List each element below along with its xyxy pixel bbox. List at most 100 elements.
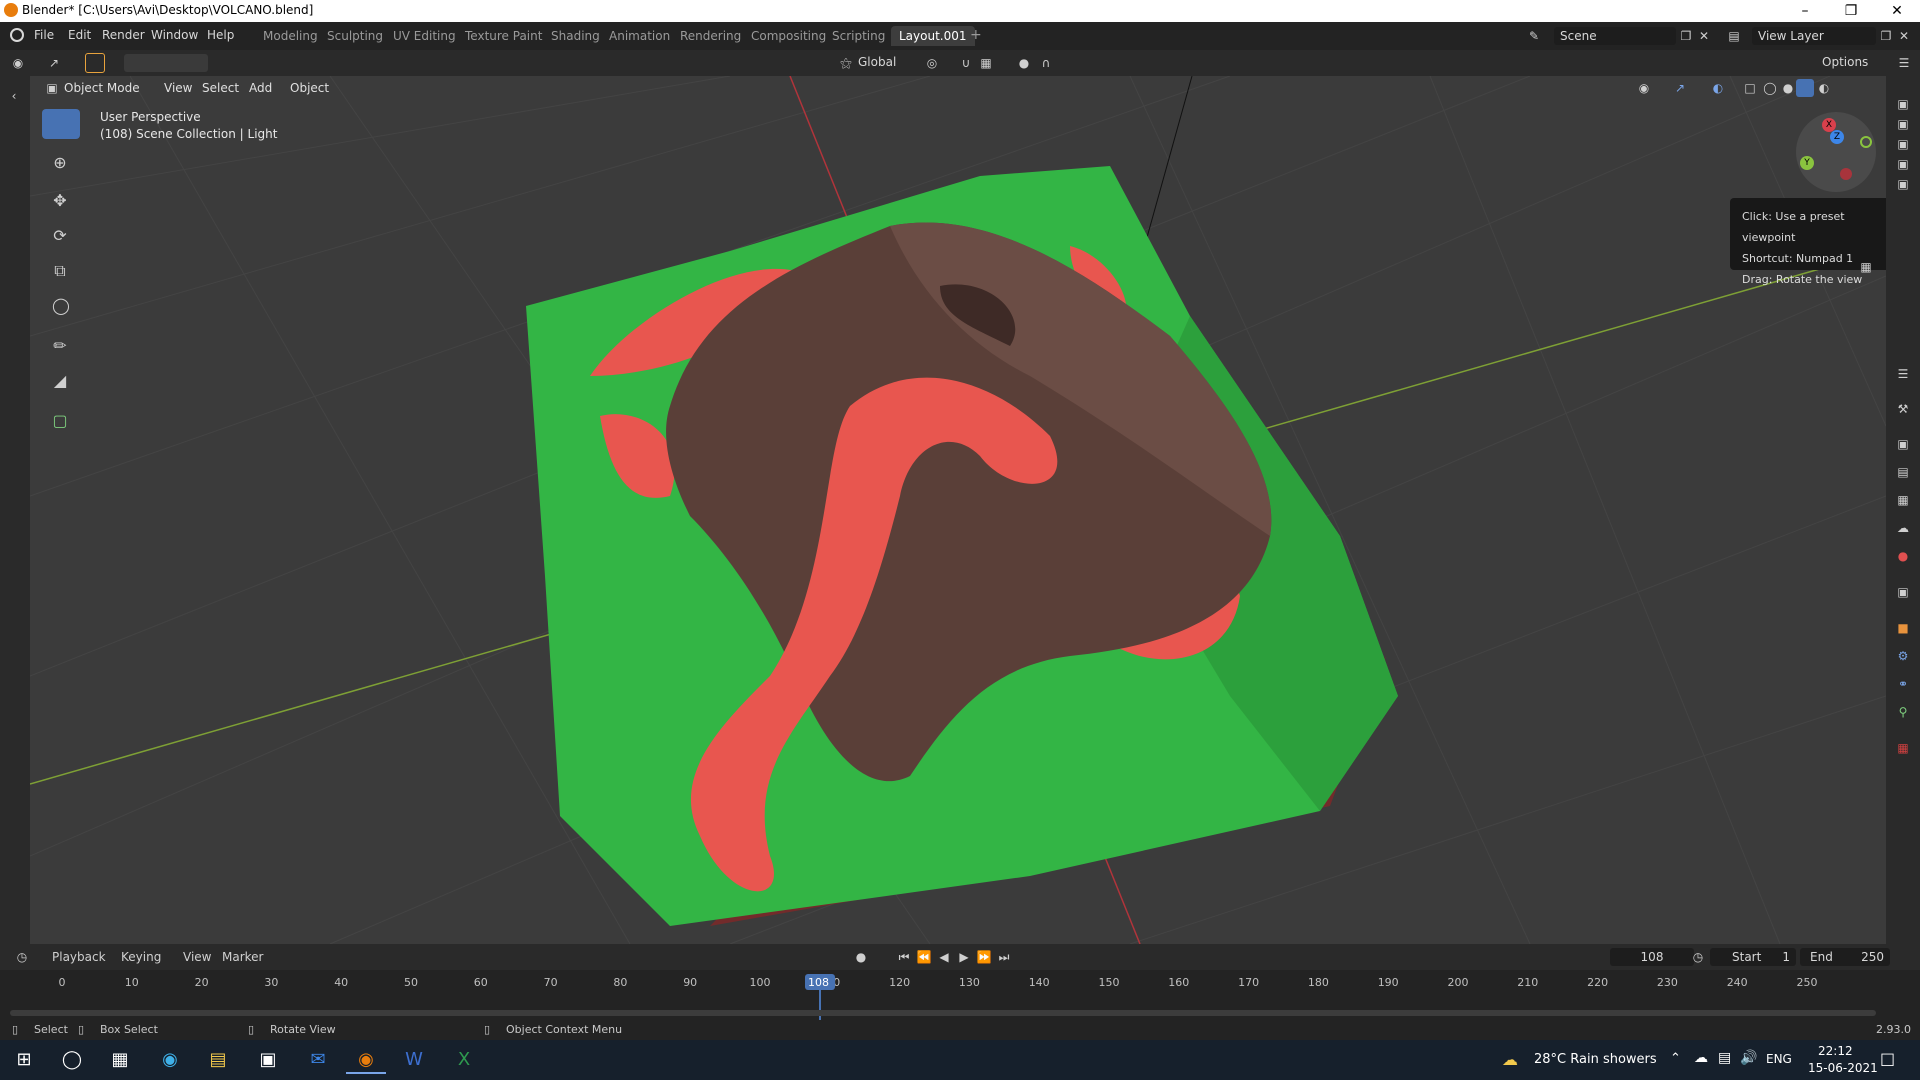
preview-range-icon[interactable]: ◷ <box>1690 949 1706 965</box>
add-cube-tool-icon[interactable]: ▢ <box>52 413 68 429</box>
measure-tool-icon[interactable]: ◢ <box>52 373 68 389</box>
pivot-point-icon[interactable]: ◎ <box>924 55 940 71</box>
tab-uv-editing[interactable]: UV Editing <box>385 26 464 46</box>
scene-icon[interactable]: ✎ <box>1526 28 1542 44</box>
close-button[interactable]: ✕ <box>1874 0 1920 22</box>
gizmo-neg-x-axis[interactable] <box>1840 168 1852 180</box>
tab-compositing[interactable]: Compositing <box>743 26 834 46</box>
properties-editor-icon[interactable]: ☰ <box>1895 366 1911 382</box>
new-view-layer-icon[interactable]: ❐ <box>1878 28 1894 44</box>
add-workspace-button[interactable]: + <box>962 24 990 44</box>
tab-rendering[interactable]: Rendering <box>672 26 749 46</box>
collection-visibility-icon[interactable]: ▣ <box>1895 136 1911 152</box>
marker-menu[interactable]: Marker <box>222 950 263 964</box>
playback-menu[interactable]: Playback <box>52 950 106 964</box>
menu-add[interactable]: Add <box>249 81 272 95</box>
render-properties-icon[interactable]: ▣ <box>1895 436 1911 452</box>
menu-render[interactable]: Render <box>102 28 145 42</box>
modifier-properties-icon[interactable]: ⚙ <box>1895 648 1911 664</box>
tab-sculpting[interactable]: Sculpting <box>319 26 391 46</box>
transform-tool-icon[interactable]: ◯ <box>52 298 70 314</box>
clock-date[interactable]: 15-06-2021 <box>1808 1061 1878 1075</box>
wireframe-shading-icon[interactable]: ◯ <box>1762 80 1778 96</box>
view-layer-properties-icon[interactable]: ▦ <box>1895 492 1911 508</box>
input-language[interactable]: ENG <box>1766 1052 1792 1066</box>
view-layer-icon[interactable]: ▤ <box>1726 28 1742 44</box>
jump-keyframe-back-icon[interactable]: ⏪ <box>916 949 932 965</box>
new-scene-icon[interactable]: ❐ <box>1678 28 1694 44</box>
sidebar-toggle-icon[interactable]: ☰ <box>1896 55 1912 71</box>
annotate-tool-icon[interactable]: ✏ <box>52 338 68 354</box>
play-icon[interactable]: ▶ <box>956 949 972 965</box>
clock-time[interactable]: 22:12 <box>1818 1044 1853 1058</box>
overlay-toggle-icon[interactable]: ◐ <box>1710 80 1726 96</box>
physics-properties-icon[interactable]: ⚭ <box>1895 676 1911 692</box>
jump-end-icon[interactable]: ⏭ <box>996 949 1012 965</box>
object-properties-icon[interactable]: ■ <box>1895 620 1911 636</box>
xray-toggle-icon[interactable]: □ <box>1742 80 1758 96</box>
network-icon[interactable]: ▤ <box>1718 1050 1731 1066</box>
world-properties-icon[interactable]: ● <box>1895 548 1911 564</box>
gizmo-toggle-icon[interactable]: ↗ <box>1672 80 1688 96</box>
menu-view[interactable]: View <box>164 81 192 95</box>
cursor-tool-icon[interactable]: ⊕ <box>52 155 68 171</box>
timeline-editor-type-icon[interactable]: ◷ <box>14 949 30 965</box>
menu-object[interactable]: Object <box>290 81 329 95</box>
gizmo-neg-y-axis[interactable] <box>1860 136 1872 148</box>
onedrive-icon[interactable]: ☁ <box>1694 1050 1708 1066</box>
gizmo-z-axis[interactable]: Z <box>1830 130 1844 144</box>
timeline-ruler[interactable]: 0102030405060708090100110120130140150160… <box>0 970 1920 1020</box>
task-view-icon[interactable]: ▦ <box>100 1046 140 1074</box>
menu-window[interactable]: Window <box>151 28 198 42</box>
timeline-scrollbar[interactable] <box>10 1010 1876 1016</box>
rendered-shading-icon[interactable]: ◐ <box>1816 80 1832 96</box>
minimize-button[interactable]: – <box>1782 0 1828 22</box>
scene-name-field[interactable]: Scene <box>1554 27 1676 45</box>
tool-properties-icon[interactable]: ⚒ <box>1895 401 1911 417</box>
edge-browser-icon[interactable]: ◉ <box>150 1046 190 1074</box>
store-icon[interactable]: ▣ <box>248 1046 288 1074</box>
gizmo-y-axis[interactable]: Y <box>1800 156 1814 170</box>
mail-icon[interactable]: ✉ <box>298 1046 338 1074</box>
collapse-arrow-icon[interactable]: ‹ <box>6 88 22 104</box>
editor-type-icon[interactable]: ◉ <box>10 55 26 71</box>
mode-set-icon[interactable] <box>124 54 208 72</box>
select-box-tool-icon[interactable] <box>85 53 105 73</box>
collection-properties-icon[interactable]: ▣ <box>1895 584 1911 600</box>
menu-select[interactable]: Select <box>202 81 239 95</box>
tab-scripting[interactable]: Scripting <box>824 26 893 46</box>
falloff-icon[interactable]: ∩ <box>1038 55 1054 71</box>
volume-icon[interactable]: 🔊 <box>1740 1050 1757 1066</box>
view-layer-field[interactable]: View Layer <box>1752 27 1876 45</box>
maximize-button[interactable]: ❐ <box>1828 0 1874 22</box>
material-shading-icon[interactable] <box>1796 79 1814 97</box>
weather-text[interactable]: 28°C Rain showers <box>1534 1052 1657 1067</box>
navigation-gizmo[interactable]: X Z Y <box>1796 112 1876 192</box>
collection-visibility-icon[interactable]: ▣ <box>1895 96 1911 112</box>
menu-edit[interactable]: Edit <box>68 28 91 42</box>
start-frame-field[interactable]: Start 1 <box>1710 948 1796 966</box>
snap-target-icon[interactable]: ▦ <box>978 55 994 71</box>
keying-menu[interactable]: Keying <box>121 950 161 964</box>
end-frame-field[interactable]: End 250 <box>1800 948 1890 966</box>
snap-icon[interactable]: ∪ <box>958 55 974 71</box>
menu-help[interactable]: Help <box>207 28 234 42</box>
output-properties-icon[interactable]: ▤ <box>1895 464 1911 480</box>
tool-tweak-icon[interactable]: ↗ <box>46 55 62 71</box>
visibility-icon[interactable]: ◉ <box>1636 80 1652 96</box>
tab-texture-paint[interactable]: Texture Paint <box>457 26 550 46</box>
collection-visibility-icon[interactable]: ▣ <box>1895 156 1911 172</box>
camera-view-icon[interactable]: ▦ <box>1858 259 1874 275</box>
word-icon[interactable]: W <box>394 1046 434 1074</box>
collection-visibility-icon[interactable]: ▣ <box>1895 116 1911 132</box>
excel-icon[interactable]: X <box>444 1046 484 1074</box>
move-tool-icon[interactable]: ✥ <box>52 193 68 209</box>
select-box-tool[interactable] <box>42 109 80 139</box>
tab-animation[interactable]: Animation <box>601 26 678 46</box>
scale-tool-icon[interactable]: ⧉ <box>52 263 68 279</box>
scene-properties-icon[interactable]: ☁ <box>1895 520 1911 536</box>
search-icon[interactable]: ◯ <box>52 1046 92 1074</box>
object-mode-dropdown[interactable]: Object Mode <box>64 81 140 95</box>
blender-menu-icon[interactable] <box>10 28 24 42</box>
file-explorer-icon[interactable]: ▤ <box>198 1046 238 1074</box>
